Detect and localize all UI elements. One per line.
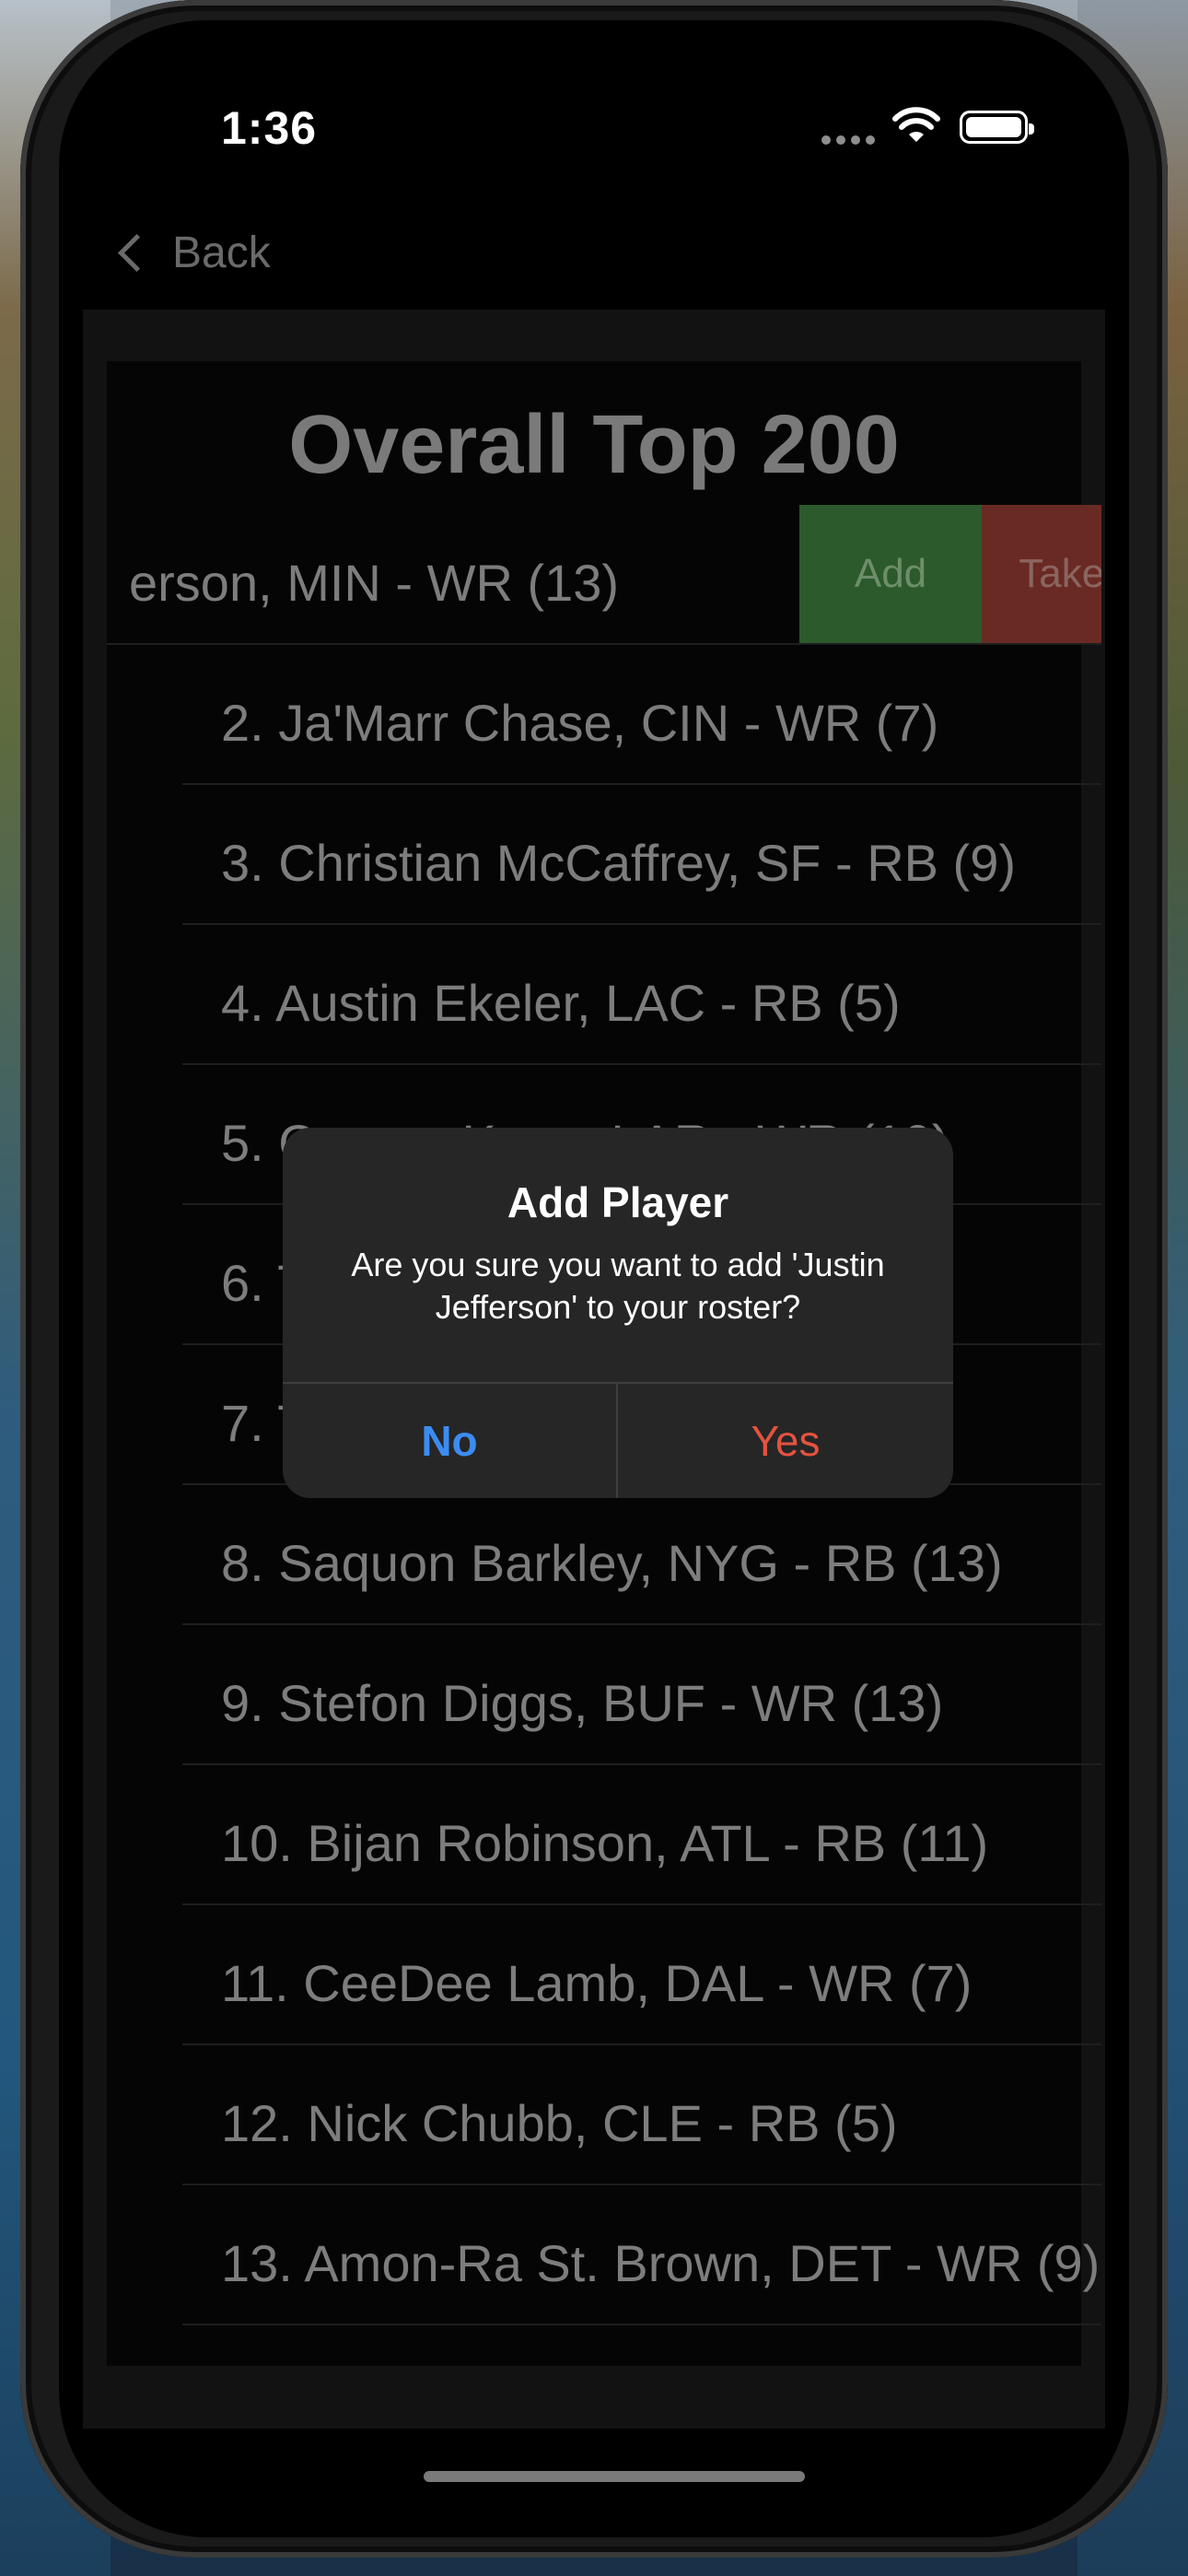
list-item[interactable]: 2. Ja'Marr Chase, CIN - WR (7) bbox=[182, 645, 1101, 785]
status-bar: 1:36 bbox=[59, 20, 1129, 154]
list-item[interactable]: 12. Nick Chubb, CLE - RB (5) bbox=[182, 2045, 1101, 2185]
alert-title: Add Player bbox=[507, 1178, 729, 1226]
player-label: 13. Amon-Ra St. Brown, DET - WR (9) bbox=[221, 2234, 1101, 2292]
status-time: 1:36 bbox=[221, 102, 318, 154]
list-item[interactable]: 10. Bijan Robinson, ATL - RB (11) bbox=[182, 1765, 1101, 1905]
taken-button[interactable]: Taken bbox=[982, 505, 1101, 643]
player-label: 3. Christian McCaffrey, SF - RB (9) bbox=[221, 834, 1016, 892]
wifi-icon bbox=[892, 107, 940, 142]
yes-button[interactable]: Yes bbox=[618, 1384, 953, 1498]
add-button[interactable]: Add bbox=[799, 505, 982, 643]
home-indicator[interactable] bbox=[424, 2471, 805, 2482]
back-button[interactable]: Back bbox=[111, 225, 271, 280]
list-item[interactable]: 13. Amon-Ra St. Brown, DET - WR (9) bbox=[182, 2185, 1101, 2325]
screen: 1:36 Back Overall Top 200 erson, MIN - W… bbox=[59, 20, 1129, 2537]
battery-icon bbox=[960, 111, 1034, 144]
no-button[interactable]: No bbox=[283, 1384, 616, 1498]
list-item[interactable]: erson, MIN - WR (13) Add Taken bbox=[107, 505, 1101, 645]
player-label: 8. Saquon Barkley, NYG - RB (13) bbox=[221, 1534, 1003, 1592]
player-label: 9. Stefon Diggs, BUF - WR (13) bbox=[221, 1674, 944, 1732]
player-label: erson, MIN - WR (13) bbox=[129, 554, 620, 612]
player-label: 2. Ja'Marr Chase, CIN - WR (7) bbox=[221, 694, 939, 752]
list-item[interactable]: 9. Stefon Diggs, BUF - WR (13) bbox=[182, 1625, 1101, 1765]
list-item[interactable]: 8. Saquon Barkley, NYG - RB (13) bbox=[182, 1485, 1101, 1625]
list-item[interactable]: 4. Austin Ekeler, LAC - RB (5) bbox=[182, 925, 1101, 1065]
add-player-alert: Add Player Are you sure you want to add … bbox=[283, 1128, 953, 1498]
page-title: Overall Top 200 bbox=[288, 399, 900, 491]
chevron-left-icon bbox=[117, 233, 157, 272]
list-item[interactable]: 3. Christian McCaffrey, SF - RB (9) bbox=[182, 785, 1101, 925]
player-label: 11. CeeDee Lamb, DAL - WR (7) bbox=[221, 1954, 973, 2012]
player-label: 4. Austin Ekeler, LAC - RB (5) bbox=[221, 974, 901, 1032]
player-label: 12. Nick Chubb, CLE - RB (5) bbox=[221, 2094, 898, 2152]
cellular-signal-icon bbox=[821, 133, 880, 149]
alert-message: Are you sure you want to add 'Justin Jef… bbox=[351, 1246, 885, 1326]
list-item[interactable]: 11. CeeDee Lamb, DAL - WR (7) bbox=[182, 1905, 1101, 2045]
device-frame: 1:36 Back Overall Top 200 erson, MIN - W… bbox=[20, 0, 1168, 2558]
player-label: 10. Bijan Robinson, ATL - RB (11) bbox=[221, 1814, 989, 1872]
back-label: Back bbox=[172, 228, 271, 277]
